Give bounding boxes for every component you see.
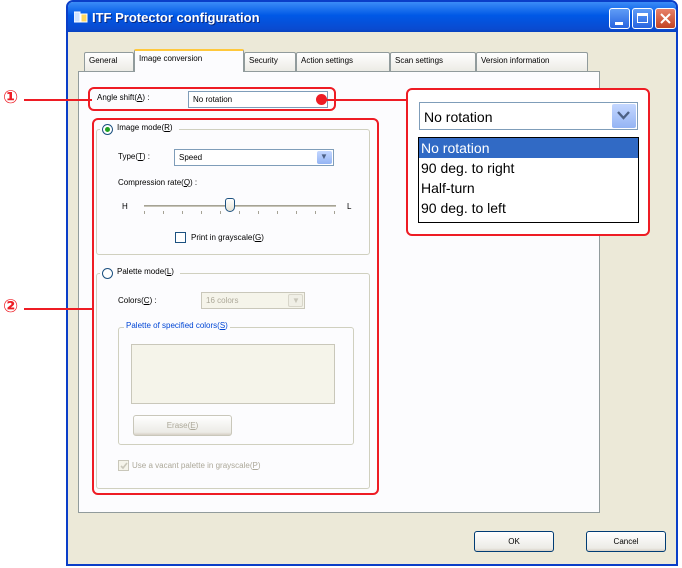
dropdown-option-90-left[interactable]: 90 deg. to left xyxy=(419,198,638,218)
annotation-marker-2: ② xyxy=(3,296,19,317)
cancel-button[interactable]: Cancel xyxy=(586,531,666,552)
title-bar[interactable]: ITF Protector configuration xyxy=(68,2,676,32)
annotation-box-modes xyxy=(92,118,379,495)
angle-shift-dropdown[interactable]: No rotation xyxy=(419,102,638,130)
dropdown-option-no-rotation[interactable]: No rotation xyxy=(419,138,638,158)
annotation-line-1 xyxy=(24,99,92,101)
close-button[interactable] xyxy=(655,8,676,29)
minimize-button[interactable] xyxy=(609,8,630,29)
ok-button[interactable]: OK xyxy=(474,531,554,552)
tab-scan-settings[interactable]: Scan settings xyxy=(390,52,476,71)
maximize-icon xyxy=(637,13,648,23)
annotation-box-angle xyxy=(88,87,336,111)
maximize-button[interactable] xyxy=(632,8,653,29)
tab-general[interactable]: General xyxy=(84,52,134,71)
dropdown-option-90-right[interactable]: 90 deg. to right xyxy=(419,158,638,178)
window-title: ITF Protector configuration xyxy=(92,10,260,25)
annotation-connector-line xyxy=(322,99,406,101)
tab-image-conversion[interactable]: Image conversion xyxy=(134,49,244,72)
dropdown-option-half-turn[interactable]: Half-turn xyxy=(419,178,638,198)
minimize-icon xyxy=(615,22,623,25)
annotation-marker-1: ① xyxy=(3,87,19,108)
annotation-line-2 xyxy=(24,308,92,310)
tab-security[interactable]: Security xyxy=(244,52,296,71)
tab-action-settings[interactable]: Action settings xyxy=(296,52,390,71)
close-icon xyxy=(660,13,671,24)
tab-version-information[interactable]: Version information xyxy=(476,52,588,71)
app-icon xyxy=(74,11,88,23)
chevron-down-icon xyxy=(612,104,636,128)
